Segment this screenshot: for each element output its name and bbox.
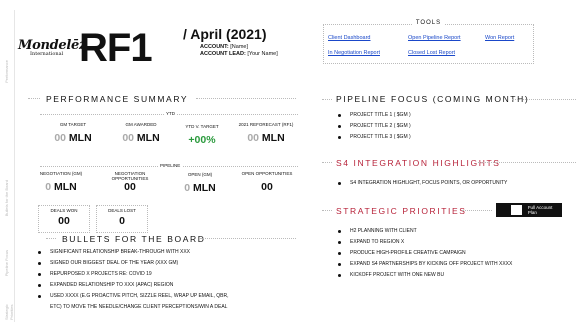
- metric-value-prefix: 0: [45, 181, 52, 193]
- divider: [462, 210, 492, 211]
- side-section-labels: Performance Bullets for the Board Pipeli…: [4, 60, 14, 320]
- tools-title: TOOLS: [412, 20, 445, 26]
- list-item: EXPAND TO REGION X: [336, 237, 512, 248]
- list-item: S4 INTEGRATION HIGHLIGHT, FOCUS POINTS, …: [336, 178, 507, 189]
- side-label: Performance: [4, 60, 9, 83]
- metric-value: 00: [261, 181, 273, 193]
- pipeline-label: PIPELINE: [158, 163, 183, 168]
- link-won-report[interactable]: Won Report: [485, 35, 514, 41]
- divider: [28, 98, 40, 99]
- list-item: PROJECT TITLE 3 ( $GM ): [336, 132, 411, 143]
- metric-reforecast: 2021 REFORECAST (RF1) 00 MLN: [234, 122, 298, 144]
- metric-gm-target: GM TARGET 00 MLN: [40, 122, 106, 144]
- list-item-continuation: ETC) TO MOVE THE NEEDLE/CHANGE CLIENT PE…: [50, 304, 228, 310]
- s4-integration-title: S4 INTEGRATION HIGHLIGHTS: [336, 158, 501, 168]
- link-closed-lost-report[interactable]: Closed Lost Report: [408, 50, 455, 56]
- metric-label: GM AWARDED: [125, 122, 157, 127]
- list-item: H2 PLANNING WITH CLIENT: [336, 226, 512, 237]
- list-item: SIGNED OUR BIGGEST DEAL OF THE YEAR (XXX…: [36, 258, 228, 269]
- metric-label: OPEN (GM): [187, 172, 213, 177]
- account-label: ACCOUNT:: [200, 44, 229, 50]
- divider: [322, 99, 332, 100]
- left-divider: [14, 10, 15, 322]
- period-label: / April (2021): [183, 26, 267, 42]
- account-lead-label: ACCOUNT LEAD:: [200, 51, 246, 57]
- account-value: [Name]: [230, 44, 248, 50]
- metric-open-gm: OPEN (GM) 0 MLN: [170, 172, 230, 194]
- metric-value: MLN: [193, 182, 216, 194]
- side-label: Pipeline Focus: [4, 250, 9, 277]
- metric-value: 00: [124, 181, 136, 193]
- divider: [200, 238, 296, 239]
- list-item: REPURPOSED X PROJECTS RE: COVID 19: [36, 269, 228, 280]
- metric-label: OPEN OPPORTUNITIES: [241, 171, 293, 176]
- side-label: Bullets for the Board: [4, 180, 9, 217]
- metric-value-prefix: 00: [247, 132, 259, 144]
- divider: [512, 99, 576, 100]
- metric-value: MLN: [68, 132, 92, 144]
- metric-ytd-vs-target: YTD V. TARGET +00%: [172, 124, 232, 146]
- metric-value-prefix: 00: [122, 132, 134, 144]
- link-client-dashboard[interactable]: Client Dashboard: [328, 35, 371, 41]
- bullets-for-board-list: SIGNIFICANT RELATIONSHIP BREAK-THROUGH W…: [36, 247, 228, 313]
- account-lead-value: [Your Name]: [247, 51, 278, 57]
- metric-value-prefix: 0: [184, 182, 191, 194]
- metric-value: +00%: [188, 134, 216, 146]
- company-logo: Mondelēz International: [18, 38, 86, 57]
- metric-label: 2021 REFORECAST (RF1): [238, 122, 294, 127]
- ytd-label: YTD: [164, 111, 177, 116]
- metric-value: 00: [58, 215, 70, 227]
- strategic-priorities-title: STRATEGIC PRIORITIES: [336, 206, 467, 216]
- s4-integration-list: S4 INTEGRATION HIGHLIGHT, FOCUS POINTS, …: [336, 178, 507, 189]
- toggle-knob: [511, 205, 522, 215]
- metric-value: MLN: [54, 181, 77, 193]
- metric-value: MLN: [261, 132, 285, 144]
- metric-value-prefix: 00: [54, 132, 66, 144]
- performance-summary-title: PERFORMANCE SUMMARY: [46, 94, 189, 104]
- full-account-plan-toggle[interactable]: Full Account Plan: [496, 203, 562, 217]
- list-item: PROJECT TITLE 1 ( $GM ): [336, 110, 411, 121]
- pipeline-focus-list: PROJECT TITLE 1 ( $GM ) PROJECT TITLE 2 …: [336, 110, 411, 143]
- list-item: SIGNIFICANT RELATIONSHIP BREAK-THROUGH W…: [36, 247, 228, 258]
- divider: [478, 162, 576, 163]
- divider: [196, 98, 296, 99]
- metric-deals-won: DEALS WON 00: [38, 208, 90, 227]
- pipeline-focus-title: PIPELINE FOCUS (COMING MONTH): [336, 94, 530, 104]
- metric-negotiation-opportunities: NEGOTIATION OPPORTUNITIES 00: [100, 171, 160, 193]
- metric-label: DEALS LOST: [108, 208, 136, 213]
- link-open-pipeline-report[interactable]: Open Pipeline Report: [408, 35, 461, 41]
- tools-panel: TOOLS Client Dashboard Open Pipeline Rep…: [323, 20, 534, 64]
- link-in-negotiation-report[interactable]: In Negotiation Report: [328, 50, 380, 56]
- list-item: KICKOFF PROJECT WITH ONE NEW BU: [336, 270, 512, 281]
- list-item: EXPANDED RELATIONSHIP TO XXX (APAC) REGI…: [36, 280, 228, 291]
- strategic-priorities-list: H2 PLANNING WITH CLIENT EXPAND TO REGION…: [336, 226, 512, 281]
- list-item: PROJECT TITLE 2 ( $GM ): [336, 121, 411, 132]
- divider: [46, 238, 56, 239]
- side-label: Strategic Priorities: [4, 304, 14, 320]
- metric-label: YTD V. TARGET: [185, 124, 219, 129]
- metric-deals-lost: DEALS LOST 0: [96, 208, 148, 227]
- page-title: RF1: [79, 26, 153, 70]
- list-item: USED XXXX (E.G PROACTIVE PITCH, SIZZLE R…: [36, 291, 228, 302]
- account-info: ACCOUNT: [Name] ACCOUNT LEAD: [Your Name…: [200, 44, 278, 58]
- metric-value: MLN: [136, 132, 160, 144]
- metric-label: NEGOTIATION OPPORTUNITIES: [111, 171, 149, 181]
- metric-label: NEGOTIATION (GM): [39, 171, 83, 176]
- list-item: PRODUCE HIGH-PROFILE CREATIVE CAMPAIGN: [336, 248, 512, 259]
- metric-label: GM TARGET: [59, 122, 87, 127]
- divider: [322, 210, 332, 211]
- metric-open-opportunities: OPEN OPPORTUNITIES 00: [236, 171, 298, 193]
- metric-value: 0: [119, 215, 125, 227]
- toggle-label: Full Account Plan: [527, 205, 553, 215]
- list-item: EXPAND S4 PARTNERSHIPS BY KICKING OFF PR…: [336, 259, 512, 270]
- bullets-for-board-title: BULLETS FOR THE BOARD: [62, 234, 206, 244]
- divider: [322, 162, 332, 163]
- metric-label: DEALS WON: [50, 208, 78, 213]
- metric-negotiation-gm: NEGOTIATION (GM) 0 MLN: [36, 171, 86, 193]
- metric-gm-awarded: GM AWARDED 00 MLN: [108, 122, 174, 144]
